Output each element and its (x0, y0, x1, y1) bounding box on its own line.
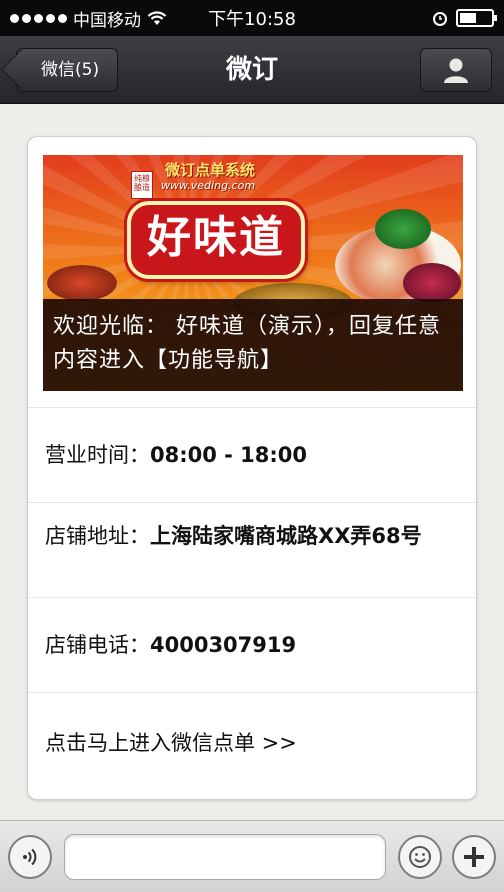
nav-bar: 微信(5) 微订 (0, 36, 504, 104)
food-image (47, 265, 117, 301)
banner-caption: 欢迎光临： 好味道（演示），回复任意内容进入【功能导航】 (43, 299, 463, 391)
banner-seal: 纯粮酿造 (131, 171, 153, 199)
status-right (432, 9, 497, 27)
message-input[interactable] (64, 834, 386, 880)
carrier-label: 中国移动 (73, 10, 141, 31)
address-value: 上海陆家嘴商城路XX弄68号 (150, 524, 422, 548)
phone-value: 4000307919 (150, 633, 297, 657)
hours-label: 营业时间： (45, 443, 150, 467)
status-bar: 中国移动 下午10:58 (0, 0, 504, 36)
hours-value: 08:00 - 18:00 (150, 443, 308, 467)
input-bar (0, 820, 504, 892)
business-hours-row[interactable]: 营业时间：08:00 - 18:00 (28, 407, 476, 502)
order-link-row[interactable]: 点击马上进入微信点单 >> (28, 692, 476, 799)
address-row[interactable]: 店铺地址：上海陆家嘴商城路XX弄68号 (28, 502, 476, 597)
address-label: 店铺地址： (45, 524, 150, 548)
user-icon (444, 58, 468, 83)
banner-system-label: 微订点单系统 (165, 161, 256, 179)
message-card[interactable]: 纯粮酿造 微订点单系统 www.veding.com 好味道 欢迎光临： 好味道… (27, 136, 477, 800)
voice-button[interactable] (8, 835, 52, 879)
voice-icon (23, 848, 37, 866)
more-options-button[interactable] (452, 835, 496, 879)
emoji-icon (409, 846, 431, 868)
chat-content: 纯粮酿造 微订点单系统 www.veding.com 好味道 欢迎光临： 好味道… (0, 104, 504, 820)
banner-url: www.veding.com (161, 179, 256, 192)
order-link[interactable]: 点击马上进入微信点单 >> (45, 731, 297, 755)
status-left: 中国移动 (10, 6, 167, 31)
emoji-button[interactable] (398, 835, 442, 879)
food-image (375, 209, 431, 249)
wifi-icon (147, 11, 167, 25)
profile-button[interactable] (420, 48, 492, 92)
food-image (403, 263, 461, 303)
signal-strength-icon (10, 13, 67, 23)
banner-image[interactable]: 纯粮酿造 微订点单系统 www.veding.com 好味道 欢迎光临： 好味道… (43, 155, 463, 391)
alarm-icon (433, 12, 447, 26)
phone-row[interactable]: 店铺电话：4000307919 (28, 597, 476, 692)
restaurant-logo: 好味道 (127, 201, 305, 279)
plus-icon (464, 847, 484, 867)
battery-icon (456, 9, 497, 27)
phone-label: 店铺电话： (45, 633, 150, 657)
